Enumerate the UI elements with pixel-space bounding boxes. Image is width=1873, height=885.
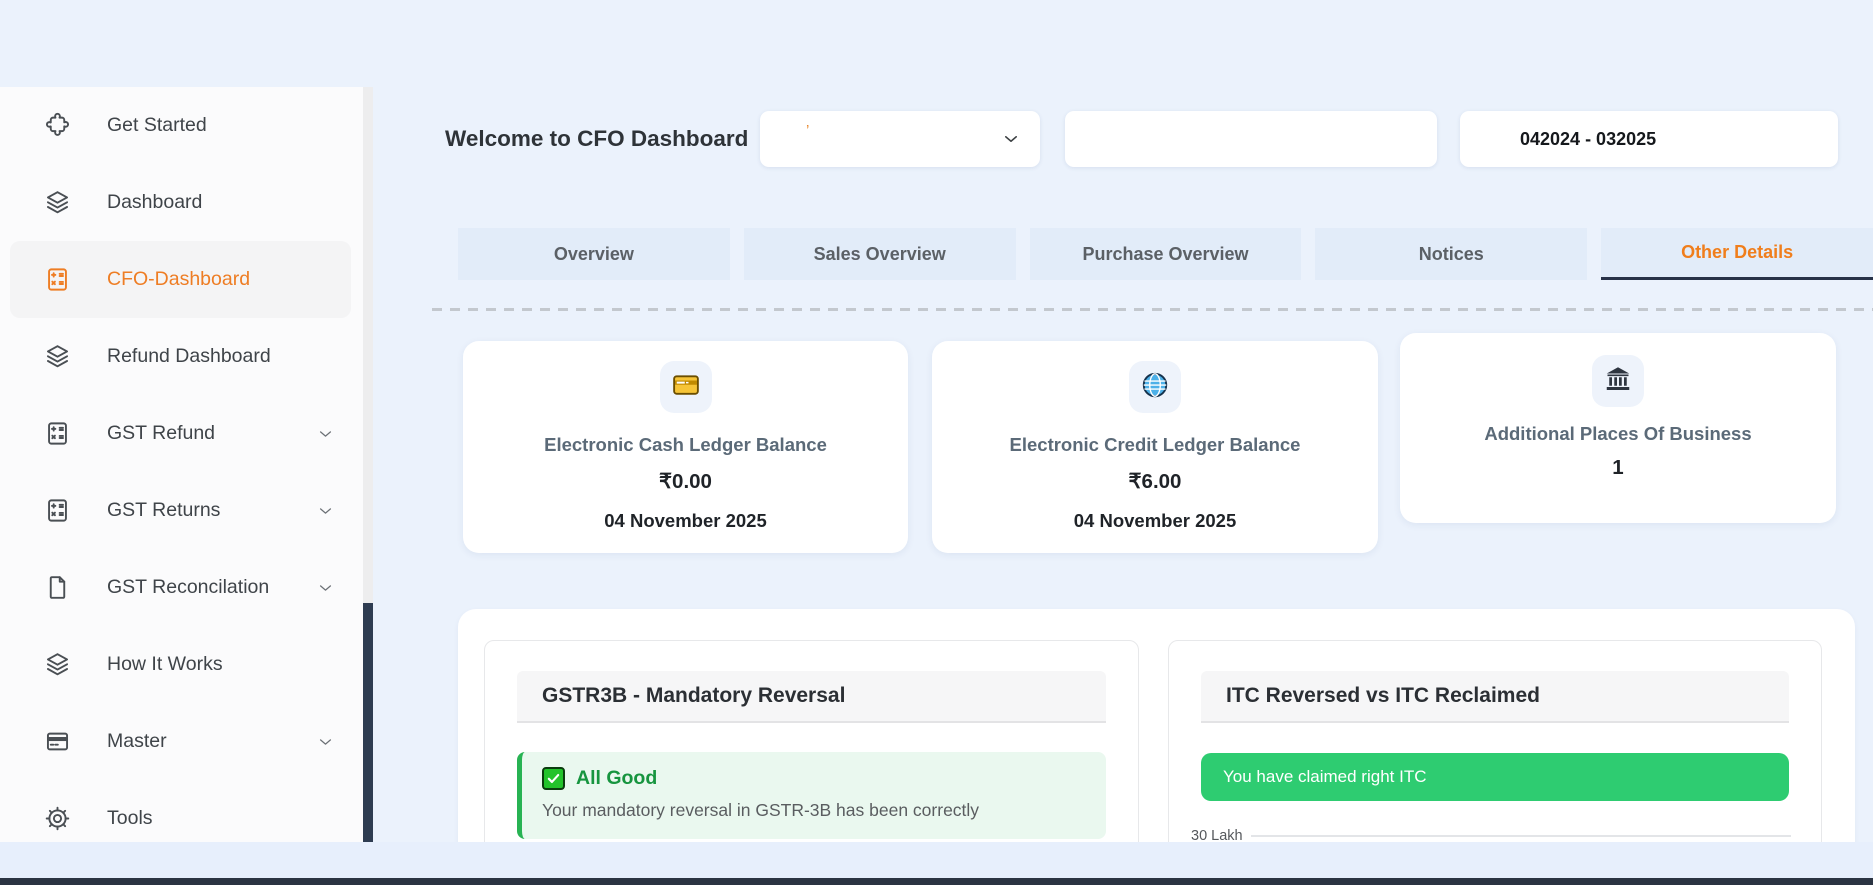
sidebar-item-cfo-dashboard[interactable]: CFO-Dashboard [10,241,351,318]
page-title: Welcome to CFO Dashboard [445,126,749,151]
dashboard-tabs: Overview Sales Overview Purchase Overvie… [458,228,1873,280]
bank-icon [1603,364,1633,399]
sidebar-item-label: Refund Dashboard [107,345,271,367]
tab-notices[interactable]: Notices [1315,228,1588,280]
sidebar-item-how-it-works[interactable]: How It Works [10,626,351,703]
calculator-icon [44,420,71,447]
cfo-dashboard-page: Get Started Dashboard CFO-Dashboard Refu… [0,0,1873,885]
green-checkbox-icon [542,767,565,790]
sidebar-item-label: How It Works [107,653,223,675]
card-title: Electronic Credit Ledger Balance [1009,434,1301,455]
sidebar-item-gst-refund[interactable]: GST Refund [10,395,351,472]
chevron-down-icon[interactable] [317,579,334,596]
period-value: 042024 - 032025 [1520,128,1657,149]
card-date: 04 November 2025 [604,510,767,531]
footer-strip [0,842,1873,878]
tab-sales-overview[interactable]: Sales Overview [743,228,1016,280]
sidebar-item-label: GST Refund [107,422,216,444]
globe-icon [1140,370,1170,405]
sidebar-item-get-started[interactable]: Get Started [10,87,351,164]
chevron-down-icon[interactable] [317,502,334,519]
icon-badge [1129,361,1181,413]
calculator-icon [44,497,71,524]
layers-icon [44,343,71,370]
cash-ledger-card: Electronic Cash Ledger Balance ₹0.00 04 … [463,341,908,553]
itc-success-banner: You have claimed right ITC [1201,753,1789,801]
icon-badge [1592,355,1644,407]
sidebar-item-label: GST Returns [107,499,221,521]
company-select[interactable]: ’ [760,111,1040,167]
card-value: ₹0.00 [659,470,712,493]
puzzle-icon [44,112,71,139]
chart-gridline [1250,835,1791,837]
file-icon [44,574,71,601]
credit-card-icon [44,728,71,755]
chevron-down-icon [1002,130,1020,148]
gstr3b-status-alert: All Good Your mandatory reversal in GSTR… [517,752,1106,839]
sidebar-item-refund-dashboard[interactable]: Refund Dashboard [10,318,351,395]
card-value: ₹6.00 [1128,470,1182,493]
gear-icon [44,805,71,832]
status-title: All Good [576,767,658,789]
calculator-icon [44,266,71,293]
sidebar-item-label: CFO-Dashboard [107,268,251,290]
chevron-down-icon[interactable] [317,733,334,750]
dashed-divider [432,308,1873,311]
sidebar: Get Started Dashboard CFO-Dashboard Refu… [0,87,363,842]
itc-panel-title: ITC Reversed vs ITC Reclaimed [1201,671,1789,723]
sidebar-item-label: Dashboard [107,191,203,213]
tab-other-details[interactable]: Other Details [1601,228,1873,280]
credit-ledger-card: Electronic Credit Ledger Balance ₹6.00 0… [932,341,1378,553]
layers-icon [44,651,71,678]
sidebar-item-dashboard[interactable]: Dashboard [10,164,351,241]
filter-input[interactable] [1065,111,1437,167]
banner-text: You have claimed right ITC [1223,767,1427,786]
sidebar-item-gst-returns[interactable]: GST Returns [10,472,351,549]
tab-purchase-overview[interactable]: Purchase Overview [1029,228,1302,280]
sidebar-item-gst-reconcilation[interactable]: GST Reconcilation [10,549,351,626]
sidebar-item-label: Tools [107,807,153,829]
icon-badge [659,361,712,413]
sidebar-item-master[interactable]: Master [10,703,351,780]
card-value: 1 [1612,456,1624,479]
card-title: Electronic Cash Ledger Balance [544,434,827,455]
tab-overview[interactable]: Overview [458,228,730,280]
sidebar-item-label: Get Started [107,114,207,136]
bottom-scrollbar[interactable] [0,878,1873,885]
sidebar-item-label: GST Reconcilation [107,576,270,598]
status-text: Your mandatory reversal in GSTR-3B has b… [542,800,980,820]
card-date: 04 November 2025 [1073,510,1237,531]
chevron-down-icon[interactable] [317,425,334,442]
layers-icon [44,189,71,216]
sidebar-scrollbar-thumb[interactable] [363,603,373,842]
sidebar-item-label: Master [107,730,167,752]
gstr3b-panel-title: GSTR3B - Mandatory Reversal [517,671,1106,723]
additional-places-card: Additional Places Of Business 1 [1400,333,1836,523]
company-select-value: ’ [806,122,810,139]
card-title: Additional Places Of Business [1484,423,1752,444]
cash-card-icon [671,370,701,405]
period-input[interactable]: 042024 - 032025 [1460,111,1838,167]
